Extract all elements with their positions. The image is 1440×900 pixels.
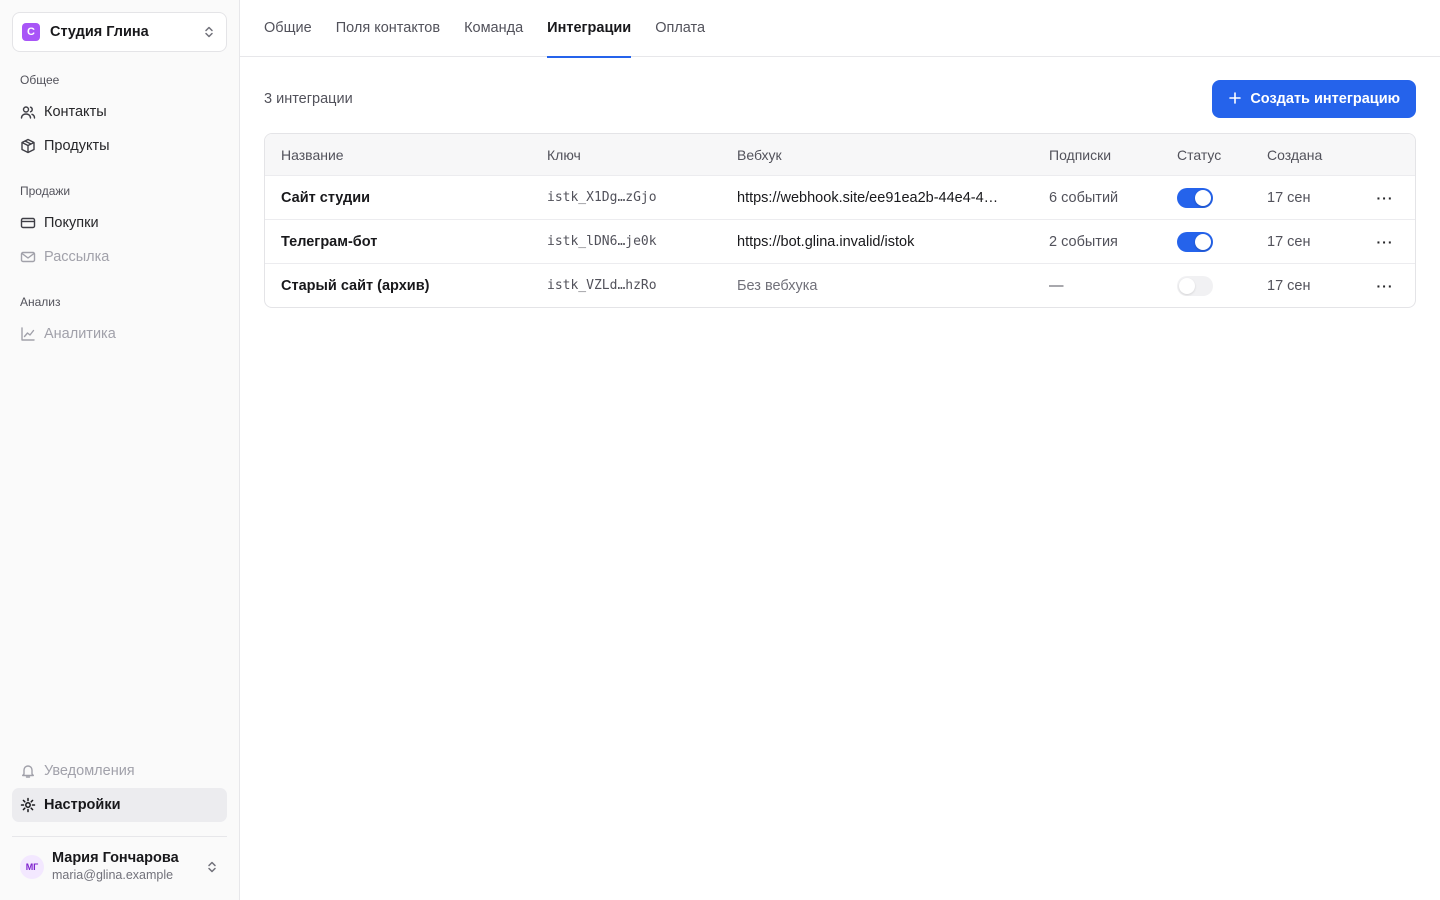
tab-integrations[interactable]: Интеграции	[547, 0, 632, 58]
integration-subscriptions[interactable]: 6 событий	[1033, 190, 1161, 206]
user-email: maria@glina.example	[52, 868, 174, 883]
status-cell	[1161, 275, 1251, 296]
more-actions-icon[interactable]: ···	[1371, 228, 1399, 256]
sidebar-item-purchases[interactable]: Покупки	[12, 206, 227, 240]
integration-name[interactable]: Сайт студии	[265, 190, 531, 206]
tab-general[interactable]: Общие	[264, 0, 312, 57]
create-integration-label: Создать интеграцию	[1250, 91, 1400, 107]
toggle-knob	[1179, 277, 1195, 294]
column-header-status[interactable]: Статус	[1161, 147, 1251, 163]
actions-cell: ···	[1351, 272, 1415, 300]
table-row[interactable]: Сайт студии istk_X1Dg…zGjo https://webho…	[265, 175, 1415, 219]
sidebar-item-label: Уведомления	[44, 763, 135, 779]
plus-icon	[1228, 90, 1242, 108]
column-header-name[interactable]: Название	[265, 147, 531, 163]
toggle-knob	[1195, 233, 1211, 250]
table-row[interactable]: Старый сайт (архив) istk_VZLd…hzRo Без в…	[265, 263, 1415, 307]
chevron-up-down-icon	[202, 25, 216, 39]
actions-cell: ···	[1351, 228, 1415, 256]
integration-key[interactable]: istk_lDN6…je0k	[531, 234, 721, 249]
integration-webhook[interactable]: https://bot.glina.invalid/istok	[721, 234, 1033, 250]
settings-tabs: Общие Поля контактов Команда Интеграции …	[240, 0, 1440, 58]
chevron-up-down-icon	[205, 860, 219, 874]
user-name: Мария Гончарова	[52, 849, 179, 866]
tab-contact-fields[interactable]: Поля контактов	[336, 0, 440, 57]
sidebar-item-notifications[interactable]: Уведомления	[12, 754, 227, 788]
integration-subscriptions[interactable]: 2 события	[1033, 234, 1161, 250]
integration-name[interactable]: Телеграм-бот	[265, 234, 531, 250]
main-content: Общие Поля контактов Команда Интеграции …	[240, 0, 1440, 900]
column-header-webhook[interactable]: Вебхук	[721, 147, 1033, 163]
nav-heading: Продажи	[20, 184, 71, 198]
status-toggle[interactable]	[1177, 275, 1213, 296]
avatar: МГ	[20, 854, 44, 879]
sidebar-item-mailing[interactable]: Рассылка	[12, 240, 227, 274]
table-row[interactable]: Телеграм-бот istk_lDN6…je0k https://bot.…	[265, 219, 1415, 263]
actions-cell: ···	[1351, 184, 1415, 212]
credit-card-icon	[20, 215, 36, 231]
column-header-key[interactable]: Ключ	[531, 147, 721, 163]
chart-line-icon	[20, 326, 36, 342]
sidebar-item-label: Рассылка	[44, 249, 110, 265]
nav-section-analysis: Анализ Аналитика	[12, 293, 227, 351]
integrations-table: Название Ключ Вебхук Подписки Статус Соз…	[264, 133, 1416, 308]
integration-created: 17 сен	[1267, 189, 1311, 206]
sidebar-item-label: Контакты	[44, 104, 107, 120]
sidebar-item-contacts[interactable]: Контакты	[12, 95, 227, 129]
integration-webhook[interactable]: https://webhook.site/ee91ea2b-44e4-4…	[721, 190, 1033, 206]
integrations-toolbar: 3 интеграции Создать интеграцию	[264, 80, 1416, 118]
workspace-logo: С	[22, 23, 40, 41]
sidebar-item-label: Настройки	[44, 797, 121, 813]
workspace-switcher[interactable]: С Студия Глина	[12, 12, 227, 52]
status-toggle[interactable]	[1177, 231, 1213, 252]
tab-billing[interactable]: Оплата	[655, 0, 705, 57]
tab-team[interactable]: Команда	[464, 0, 523, 57]
status-cell	[1161, 231, 1251, 252]
toggle-knob	[1195, 189, 1211, 206]
nav-section-sales: Продажи Покупки Рассылка	[12, 182, 227, 274]
integration-name[interactable]: Старый сайт (архив)	[265, 278, 531, 294]
user-info: Мария Гончарова maria@glina.example	[52, 850, 205, 883]
workspace-name: Студия Глина	[50, 24, 149, 40]
nav-section-general: Общее Контакты Продукты	[12, 71, 227, 163]
bell-icon	[20, 763, 36, 779]
nav-heading: Анализ	[20, 295, 61, 309]
column-header-created[interactable]: Создана	[1251, 147, 1351, 163]
mail-icon	[20, 249, 36, 265]
users-icon	[20, 104, 36, 120]
sidebar-item-label: Покупки	[44, 215, 99, 231]
package-icon	[20, 138, 36, 154]
more-actions-icon[interactable]: ···	[1371, 272, 1399, 300]
integration-webhook-empty[interactable]: Без вебхука	[721, 278, 1033, 294]
sidebar-item-label: Аналитика	[44, 326, 116, 342]
sidebar-item-analytics[interactable]: Аналитика	[12, 317, 227, 351]
user-menu[interactable]: МГ Мария Гончарова maria@glina.example	[12, 836, 227, 900]
more-actions-icon[interactable]: ···	[1371, 184, 1399, 212]
table-header-row: Название Ключ Вебхук Подписки Статус Соз…	[265, 134, 1415, 175]
integrations-count: 3 интеграции	[264, 91, 353, 107]
status-cell	[1161, 187, 1251, 208]
gear-icon	[20, 797, 36, 813]
integration-subscriptions[interactable]: —	[1033, 278, 1161, 294]
integration-created: 17 сен	[1267, 233, 1311, 250]
sidebar-item-products[interactable]: Продукты	[12, 129, 227, 163]
column-header-subscriptions[interactable]: Подписки	[1033, 147, 1161, 163]
status-toggle[interactable]	[1177, 187, 1213, 208]
sidebar-item-label: Продукты	[44, 138, 110, 154]
sidebar: С Студия Глина Общее Контакты Продукты П…	[0, 0, 240, 900]
nav-heading: Общее	[20, 73, 60, 87]
sidebar-bottom: Уведомления Настройки МГ Мария Гончарова…	[12, 754, 227, 900]
integration-key[interactable]: istk_X1Dg…zGjo	[531, 190, 721, 205]
integration-created: 17 сен	[1267, 277, 1311, 294]
create-integration-button[interactable]: Создать интеграцию	[1212, 80, 1416, 118]
integration-key[interactable]: istk_VZLd…hzRo	[531, 278, 721, 293]
sidebar-item-settings[interactable]: Настройки	[12, 788, 227, 822]
